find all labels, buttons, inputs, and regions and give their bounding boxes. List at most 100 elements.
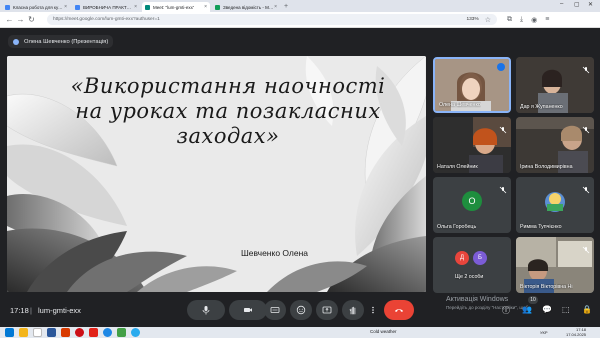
store-icon[interactable] (33, 328, 42, 337)
participant-tile-natalya[interactable]: Наталя Олейник (433, 117, 511, 173)
windows-activation-title: Активація Windows (446, 296, 509, 303)
maximize-icon[interactable]: ▢ (574, 1, 580, 8)
word-icon[interactable] (47, 328, 56, 337)
hand-icon (349, 306, 356, 315)
browser-tab-classwork[interactable]: Класна робота для курсу "ВИР × (2, 2, 70, 12)
new-tab-button[interactable]: + (284, 2, 288, 12)
reactions-button[interactable] (290, 300, 312, 320)
powerpoint-icon[interactable] (61, 328, 70, 337)
mic-off-icon (582, 121, 590, 134)
tab-label: Meet: "lum-gmti-exx" (153, 4, 195, 10)
acrobat-icon[interactable] (89, 328, 98, 337)
more-vert-icon (372, 306, 374, 314)
microphone-icon (202, 306, 210, 315)
slide-title: «Використання наочності на уроках та поз… (70, 74, 386, 148)
chrome-icon[interactable] (103, 328, 112, 337)
present-icon (322, 306, 332, 314)
people-icon[interactable]: 👥 (522, 305, 532, 314)
chat-icon[interactable]: 💬 (542, 305, 552, 314)
participant-name: Олена Шевченко (439, 102, 481, 108)
meet-favicon-icon (145, 4, 150, 10)
profile-icon[interactable]: ◉ (531, 16, 537, 24)
participant-avatar: О (462, 191, 482, 211)
opera-icon[interactable] (75, 328, 84, 337)
close-tab-icon[interactable]: × (274, 4, 277, 10)
weather-widget[interactable]: Cold weather (370, 329, 397, 334)
present-screen-button[interactable] (316, 300, 338, 320)
participant-count-badge: 10 (528, 296, 538, 304)
captions-icon (270, 307, 280, 313)
presenter-label: Олена Шевченко (Презентація) (24, 38, 109, 45)
sheets-favicon-icon (215, 4, 220, 10)
meeting-code: lum-gmti-exx (38, 306, 81, 315)
participant-tile-olga[interactable]: О Ольга Горобець (433, 177, 511, 233)
participant-avatar: Б (473, 251, 487, 265)
bookmark-star-icon[interactable]: ☆ (485, 16, 491, 24)
classroom-favicon-icon (5, 4, 10, 10)
participant-tile-rymma[interactable]: Римма Тупчієнко (516, 177, 594, 233)
windows-activation-subtitle: Перейдіть до розділу "Настройки", щоб (446, 305, 529, 310)
participant-name: Ірина Володимирівна (520, 164, 573, 170)
slide-author: Шевченко Олена (241, 248, 309, 258)
microphone-button[interactable] (187, 300, 225, 320)
windows-start-icon[interactable] (5, 328, 14, 337)
mic-off-icon (582, 241, 590, 254)
participant-tile-iryna[interactable]: Ірина Володимирівна (516, 117, 594, 173)
system-clock[interactable]: 17:18 17.04.2025 (566, 327, 586, 337)
minimize-icon[interactable]: – (560, 1, 563, 7)
more-options-button[interactable] (366, 300, 380, 320)
address-bar[interactable]: https://meet.google.com/lum-gmti-exx?aut… (47, 14, 497, 25)
participant-avatar: Д (455, 251, 469, 265)
close-tab-icon[interactable]: × (204, 4, 207, 10)
doc-favicon-icon (75, 4, 80, 10)
presentation-slide: «Використання наочності на уроках та поз… (7, 56, 426, 292)
reload-icon[interactable]: ↻ (26, 15, 37, 24)
close-tab-icon[interactable]: × (64, 4, 67, 10)
downloads-icon[interactable]: ⤓ (520, 16, 523, 24)
viber-icon[interactable] (117, 328, 126, 337)
presenter-chip[interactable]: Олена Шевченко (Презентація) (8, 35, 114, 48)
extensions-icon[interactable]: ⧉ (507, 16, 512, 24)
telegram-icon[interactable] (131, 328, 140, 337)
browser-toolbar: ← → ↻ https://meet.google.com/lum-gmti-e… (0, 12, 600, 28)
participant-tile-olena[interactable]: Олена Шевченко (433, 57, 511, 113)
file-explorer-icon[interactable] (19, 328, 28, 337)
browser-tab-practice[interactable]: ВИРОБНИЧА ПРАКТИКА В ЗО × (72, 2, 140, 12)
browser-tab-strip: Класна робота для курсу "ВИР × ВИРОБНИЧА… (0, 0, 600, 12)
zoom-level[interactable]: 133% (466, 17, 478, 22)
mic-off-icon (582, 181, 590, 194)
close-window-icon[interactable]: ✕ (588, 1, 593, 8)
mic-off-icon (499, 121, 507, 134)
participant-tile-more[interactable]: Д Б Ще 2 особи (433, 237, 511, 293)
participant-name: Дар я Жупаненко (520, 104, 563, 110)
menu-icon[interactable]: ≡ (545, 16, 549, 24)
windows-taskbar: Cold weather УКР 17:18 17.04.2025 (0, 327, 600, 338)
activities-icon[interactable]: ⬚ (562, 305, 570, 314)
host-controls-icon[interactable]: 🔒 (582, 305, 592, 314)
participant-tile-viktoriya[interactable]: Вікторія Вікторівна Ні (516, 237, 594, 293)
participant-tile-darya[interactable]: Дар я Жупаненко (516, 57, 594, 113)
mic-off-icon (499, 181, 507, 194)
participant-name: Римма Тупчієнко (520, 224, 562, 230)
raise-hand-button[interactable] (342, 300, 364, 320)
participant-name: Ольга Горобець (437, 224, 477, 230)
browser-tab-sheet[interactable]: Зведена відомість - МАСИМ × (212, 2, 280, 12)
url-text: https://meet.google.com/lum-gmti-exx?aut… (53, 17, 160, 22)
tab-label: Зведена відомість - МАСИМ (223, 4, 274, 10)
speaking-indicator-icon (497, 63, 505, 71)
camera-icon (244, 308, 252, 312)
emoji-icon (296, 305, 306, 315)
camera-button[interactable] (229, 300, 267, 320)
tab-label: Класна робота для курсу "ВИР (13, 4, 65, 10)
close-tab-icon[interactable]: × (134, 4, 137, 10)
captions-button[interactable] (264, 300, 286, 320)
back-icon[interactable]: ← (4, 15, 15, 24)
separator: | (30, 306, 32, 315)
forward-icon[interactable]: → (15, 15, 26, 24)
language-indicator[interactable]: УКР (540, 330, 548, 335)
browser-tab-meet[interactable]: Meet: "lum-gmti-exx" × (142, 2, 210, 12)
meeting-clock: 17:18 (10, 306, 29, 315)
meet-control-bar: 17:18 | lum-gmti-exx Активація Windows П… (0, 293, 600, 327)
leave-call-button[interactable] (384, 300, 414, 320)
meeting-info-icon[interactable]: ⓘ (502, 305, 510, 316)
